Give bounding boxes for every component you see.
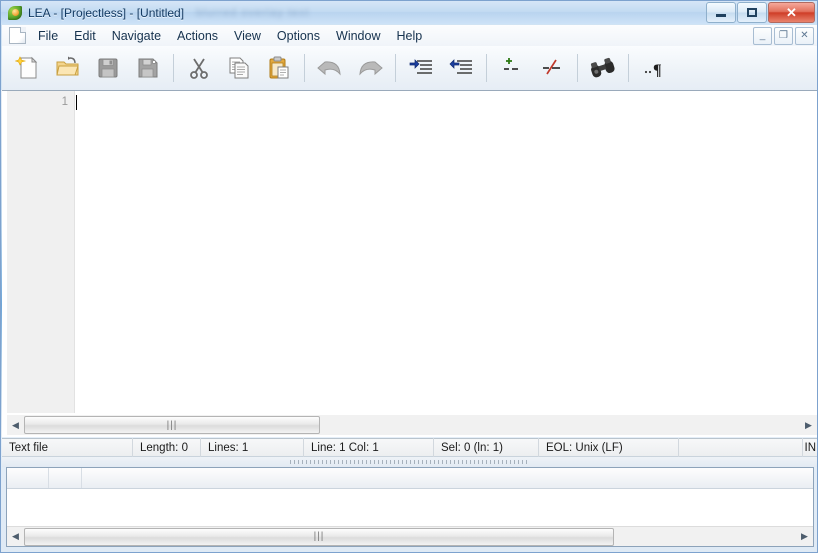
- copy-pages-icon: [229, 57, 249, 79]
- indent-increase-icon: [409, 59, 432, 74]
- menu-item-window[interactable]: Window: [328, 26, 388, 46]
- window-title: LEA - [Projectless] - [Untitled]: [28, 5, 185, 20]
- toolbar-separator: [173, 54, 174, 82]
- close-icon: ✕: [786, 5, 797, 20]
- menu-item-view[interactable]: View: [226, 26, 269, 46]
- clear-bookmarks-button[interactable]: [533, 48, 571, 88]
- leaf-app-icon: [7, 5, 23, 21]
- scrollbar-track[interactable]: |||: [24, 416, 800, 434]
- output-column-3[interactable]: [82, 468, 813, 488]
- scrollbar-thumb[interactable]: |||: [24, 527, 614, 546]
- add-bookmark-icon: [504, 58, 518, 70]
- menu-item-navigate[interactable]: Navigate: [104, 26, 169, 46]
- splitter-grip-icon: [290, 460, 530, 464]
- redo-button[interactable]: [351, 48, 389, 88]
- mdi-minimize-button[interactable]: _: [753, 27, 772, 45]
- open-folder-icon: [56, 56, 79, 76]
- line-number: 1: [61, 96, 68, 108]
- status-insert-mode: IN: [802, 438, 817, 457]
- window-controls: ✕: [706, 2, 815, 23]
- output-list-header: [7, 468, 813, 489]
- copy-button[interactable]: [220, 48, 258, 88]
- binoculars-icon: [590, 57, 615, 78]
- editor-horizontal-scrollbar[interactable]: ◀ ||| ▶: [7, 415, 817, 435]
- status-lines: Lines: 1: [200, 438, 303, 457]
- menu-item-actions[interactable]: Actions: [169, 26, 226, 46]
- output-column-1[interactable]: [7, 468, 49, 488]
- status-length: Length: 0: [132, 438, 200, 457]
- scroll-left-arrow-icon[interactable]: ◀: [7, 528, 24, 546]
- scroll-right-arrow-icon[interactable]: ▶: [800, 416, 817, 434]
- text-caret: [76, 95, 77, 110]
- new-document-icon: [15, 56, 38, 79]
- undo-arrow-icon: [317, 61, 341, 76]
- scrollbar-grip-icon: |||: [313, 531, 325, 542]
- status-file-type: Text file: [9, 441, 48, 454]
- svg-text:¶: ¶: [653, 62, 662, 79]
- title-bar: LEA - [Projectless] - [Untitled] blurred…: [1, 1, 817, 24]
- minimize-icon: _: [759, 30, 766, 41]
- close-icon: ✕: [800, 30, 809, 41]
- scroll-left-arrow-icon[interactable]: ◀: [7, 416, 24, 434]
- toolbar-separator: [577, 54, 578, 82]
- find-button[interactable]: [584, 48, 622, 88]
- save-as-button[interactable]: [129, 48, 167, 88]
- cut-button[interactable]: [180, 48, 218, 88]
- add-bookmark-button[interactable]: [493, 48, 531, 88]
- document-icon[interactable]: [9, 27, 26, 44]
- window-maximize-button[interactable]: [737, 2, 767, 23]
- paste-button[interactable]: [260, 48, 298, 88]
- open-file-button[interactable]: [49, 48, 87, 88]
- window-minimize-button[interactable]: [706, 2, 736, 23]
- indent-button[interactable]: [402, 48, 440, 88]
- toolbar: ¶: [2, 46, 817, 91]
- output-panel: ◀ ||| ▶: [6, 467, 814, 547]
- scroll-right-arrow-icon[interactable]: ▶: [796, 528, 813, 546]
- indent-decrease-icon: [449, 59, 472, 74]
- application-window: LEA - [Projectless] - [Untitled] blurred…: [0, 0, 818, 553]
- menu-bar: File Edit Navigate Actions View Options …: [2, 25, 817, 47]
- text-editor[interactable]: [76, 91, 817, 413]
- mdi-child-controls: _ ❐ ✕: [753, 27, 814, 45]
- panel-splitter[interactable]: [2, 457, 817, 467]
- window-close-button[interactable]: ✕: [768, 2, 815, 23]
- restore-icon: ❐: [779, 30, 788, 41]
- clear-bookmark-icon: [543, 59, 560, 75]
- outdent-button[interactable]: [442, 48, 480, 88]
- redo-arrow-icon: [359, 61, 383, 76]
- status-line-col: Line: 1 Col: 1: [303, 438, 433, 457]
- undo-button[interactable]: [311, 48, 349, 88]
- mdi-close-button[interactable]: ✕: [795, 27, 814, 45]
- save-as-icon: [138, 58, 158, 78]
- menu-item-help[interactable]: Help: [388, 26, 430, 46]
- toolbar-separator: [304, 54, 305, 82]
- status-selection: Sel: 0 (ln: 1): [433, 438, 538, 457]
- toolbar-separator: [395, 54, 396, 82]
- menu-item-edit[interactable]: Edit: [66, 26, 104, 46]
- panel-horizontal-scrollbar[interactable]: ◀ ||| ▶: [7, 526, 813, 546]
- line-number-gutter: 1: [7, 91, 75, 413]
- clipboard-paste-icon: [269, 56, 289, 79]
- scrollbar-track[interactable]: |||: [24, 527, 796, 546]
- status-bar: Text file Length: 0 Lines: 1 Line: 1 Col…: [2, 438, 817, 457]
- pilcrow-icon: ¶: [644, 62, 662, 79]
- toolbar-separator: [486, 54, 487, 82]
- save-disk-icon: [98, 58, 118, 78]
- title-watermark: blurred overlay text: [196, 6, 310, 19]
- mdi-restore-button[interactable]: ❐: [774, 27, 793, 45]
- new-file-button[interactable]: [9, 48, 47, 88]
- menu-item-file[interactable]: File: [30, 26, 66, 46]
- status-spacer: [678, 438, 802, 457]
- toolbar-separator: [628, 54, 629, 82]
- scissors-icon: [190, 58, 208, 79]
- save-file-button[interactable]: [89, 48, 127, 88]
- show-invisibles-button[interactable]: ¶: [635, 48, 673, 88]
- output-list-body[interactable]: [7, 489, 813, 525]
- status-eol: EOL: Unix (LF): [538, 438, 678, 457]
- scrollbar-grip-icon: |||: [166, 419, 178, 431]
- menu-item-options[interactable]: Options: [269, 26, 328, 46]
- output-column-2[interactable]: [49, 468, 82, 488]
- scrollbar-thumb[interactable]: |||: [24, 416, 320, 434]
